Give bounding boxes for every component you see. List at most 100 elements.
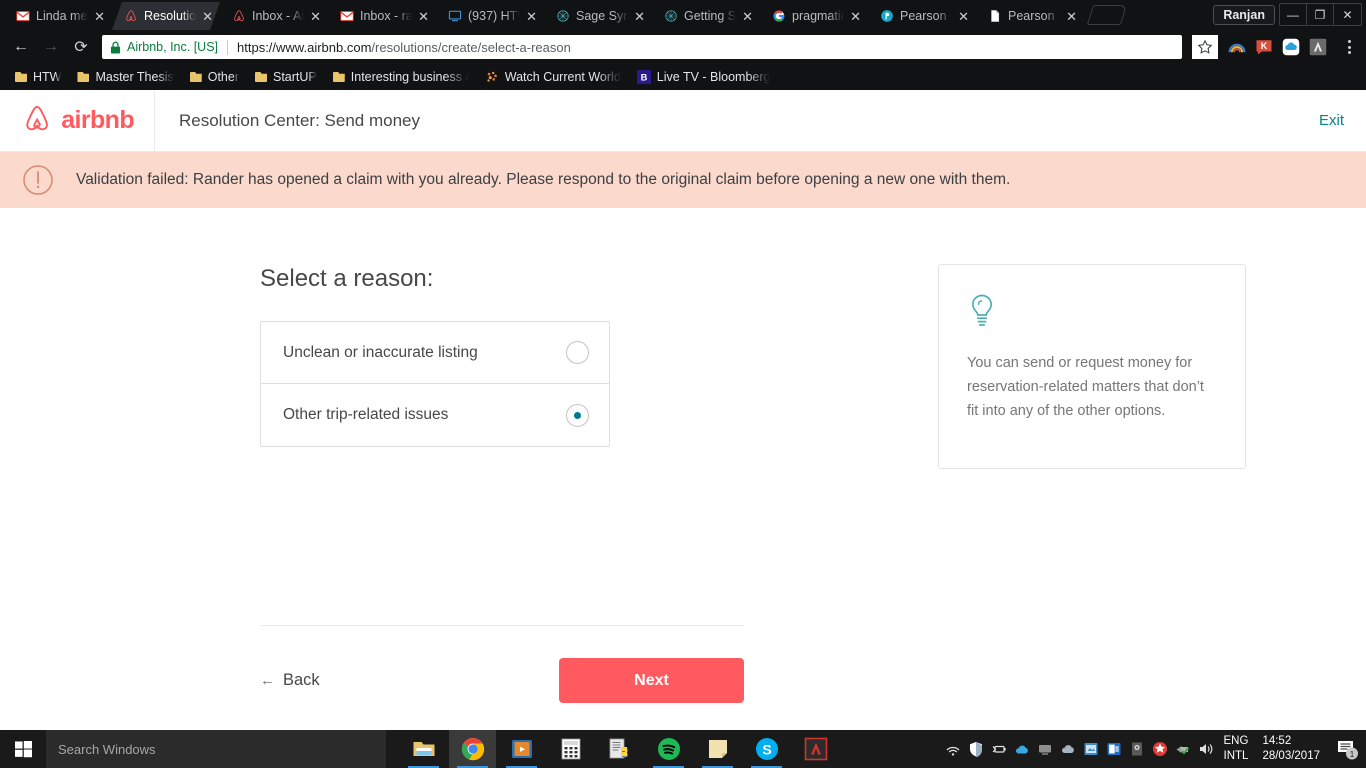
search-placeholder: Search Windows (58, 741, 156, 757)
browser-tab[interactable]: Pearson - ✕ (868, 2, 976, 30)
cloud-icon[interactable] (1282, 38, 1300, 56)
antivirus-icon[interactable] (1152, 741, 1168, 757)
display-icon[interactable] (1037, 741, 1053, 757)
forward-navigation-icon[interactable]: → (38, 34, 64, 60)
browser-tab[interactable]: Sage Syna ✕ (544, 2, 652, 30)
browser-tab[interactable]: Linda men ✕ (4, 2, 112, 30)
bookmark-item[interactable]: Master Thesis (70, 68, 180, 86)
tab-title: Pearson - (1008, 9, 1061, 23)
adobe-pdf-icon[interactable] (1309, 38, 1327, 56)
gmail-icon (340, 9, 354, 23)
taskbar-python-idle[interactable] (596, 730, 643, 768)
close-button[interactable]: ✕ (1334, 4, 1361, 25)
tab-close-icon[interactable]: ✕ (94, 10, 105, 23)
bookmark-item[interactable]: B Live TV - Bloomberg (630, 68, 778, 86)
tab-title: Inbox - ran (360, 9, 413, 23)
minimize-button[interactable]: — (1280, 4, 1307, 25)
bookmarks-bar: HTW Master Thesis Other StartUP Interest… (0, 64, 1366, 90)
office-icon[interactable] (1106, 741, 1122, 757)
volume-icon[interactable] (1198, 741, 1214, 757)
tab-close-icon[interactable]: ✕ (526, 10, 537, 23)
reason-option-unclean-listing[interactable]: Unclean or inaccurate listing (261, 322, 609, 384)
user-profile-button[interactable]: Ranjan (1213, 4, 1275, 25)
language-indicator[interactable]: ENG INTL (1224, 734, 1249, 764)
start-button[interactable] (0, 730, 46, 768)
new-tab-button[interactable] (1086, 5, 1128, 25)
tray-icons (945, 741, 1224, 757)
taskbar-calculator[interactable] (547, 730, 594, 768)
radio-button-unselected[interactable] (566, 341, 589, 364)
taskbar-skype[interactable]: S (743, 730, 790, 768)
airbnb-logo[interactable]: airbnb (22, 104, 135, 137)
clock-date: 28/03/2017 (1262, 750, 1320, 762)
folder-icon (332, 72, 345, 82)
browser-tab[interactable]: (937) HTW ✕ (436, 2, 544, 30)
cloud-icon[interactable] (1060, 741, 1076, 757)
wifi-icon[interactable] (945, 741, 961, 757)
taskbar-media-player[interactable] (498, 730, 545, 768)
taskbar-sticky-notes[interactable] (694, 730, 741, 768)
restore-button[interactable]: ❐ (1307, 4, 1334, 25)
section-heading: Select a reason: (260, 265, 434, 292)
reason-option-other-trip-issues[interactable]: Other trip-related issues (261, 384, 609, 446)
device-icon[interactable] (1129, 741, 1145, 757)
tab-close-icon[interactable]: ✕ (202, 10, 213, 23)
browser-tab[interactable]: pragmatic ✕ (760, 2, 868, 30)
exit-link[interactable]: Exit (1319, 112, 1344, 129)
tab-close-icon[interactable]: ✕ (634, 10, 645, 23)
datetime[interactable]: 14:52 28/03/2017 (1262, 734, 1320, 764)
folder-icon (189, 72, 202, 82)
bookmark-item[interactable]: Other (183, 68, 246, 86)
tab-close-icon[interactable]: ✕ (958, 10, 969, 23)
tab-title: Linda men (36, 9, 88, 23)
taskbar-chrome[interactable] (449, 730, 496, 768)
rainbow-icon[interactable] (1228, 38, 1246, 56)
bookmark-item[interactable]: HTW (8, 68, 68, 86)
usb-safely-remove-icon[interactable] (1175, 741, 1191, 757)
radio-button-selected[interactable] (566, 403, 589, 427)
tab-close-icon[interactable]: ✕ (310, 10, 321, 23)
notification-center-button[interactable]: 1 (1332, 736, 1362, 762)
browser-tab[interactable]: Getting St ✕ (652, 2, 760, 30)
taskbar-spotify[interactable] (645, 730, 692, 768)
menu-dots-icon[interactable] (1340, 40, 1358, 54)
onedrive-icon[interactable] (1014, 741, 1030, 757)
svg-text:B: B (640, 73, 647, 83)
tab-close-icon[interactable]: ✕ (742, 10, 753, 23)
svg-text:K: K (1261, 41, 1268, 51)
bookmark-item[interactable]: Watch Current World (478, 68, 628, 86)
bookmark-item[interactable]: StartUP (248, 68, 324, 86)
bookmark-label: HTW (33, 70, 62, 84)
site-header: airbnb Resolution Center: Send money Exi… (0, 89, 1366, 152)
page-icon (988, 9, 1002, 23)
next-button[interactable]: Next (559, 658, 744, 703)
taskbar-file-explorer[interactable] (400, 730, 447, 768)
tab-title: Pearson - (900, 9, 953, 23)
address-bar[interactable]: Airbnb, Inc. [US] https://www.airbnb.com… (102, 35, 1182, 59)
search-input[interactable]: Search Windows (46, 730, 386, 768)
browser-tab-active[interactable]: Resolution ✕ (112, 2, 220, 30)
bookmark-star-icon[interactable] (1192, 35, 1218, 59)
tab-close-icon[interactable]: ✕ (418, 10, 429, 23)
browser-tab[interactable]: Inbox - ran ✕ (328, 2, 436, 30)
defender-shield-icon[interactable] (968, 741, 984, 757)
form-footer: ← Back Next (260, 625, 744, 703)
clock-area[interactable]: ENG INTL 14:52 28/03/2017 (1224, 734, 1332, 764)
back-button[interactable]: ← Back (260, 671, 320, 690)
tab-close-icon[interactable]: ✕ (1066, 10, 1077, 23)
browser-tab[interactable]: Inbox - Ai ✕ (220, 2, 328, 30)
notification-icon: 1 (1338, 741, 1358, 760)
network-app-icon[interactable] (1083, 741, 1099, 757)
back-navigation-icon[interactable]: ← (8, 34, 34, 60)
bookmark-label: Other (207, 70, 239, 84)
back-button-label: Back (283, 671, 320, 689)
reload-icon[interactable]: ⟳ (68, 34, 94, 60)
battery-icon[interactable] (991, 741, 1007, 757)
browser-tab[interactable]: Pearson - ✕ (976, 2, 1084, 30)
bookmark-item[interactable]: Interesting business a (326, 68, 476, 86)
k-badge-icon[interactable]: K (1255, 38, 1273, 56)
taskbar-adobe-reader[interactable] (792, 730, 839, 768)
calculator-icon (561, 738, 580, 760)
tab-close-icon[interactable]: ✕ (850, 10, 861, 23)
back-arrow-icon: ← (260, 672, 275, 689)
